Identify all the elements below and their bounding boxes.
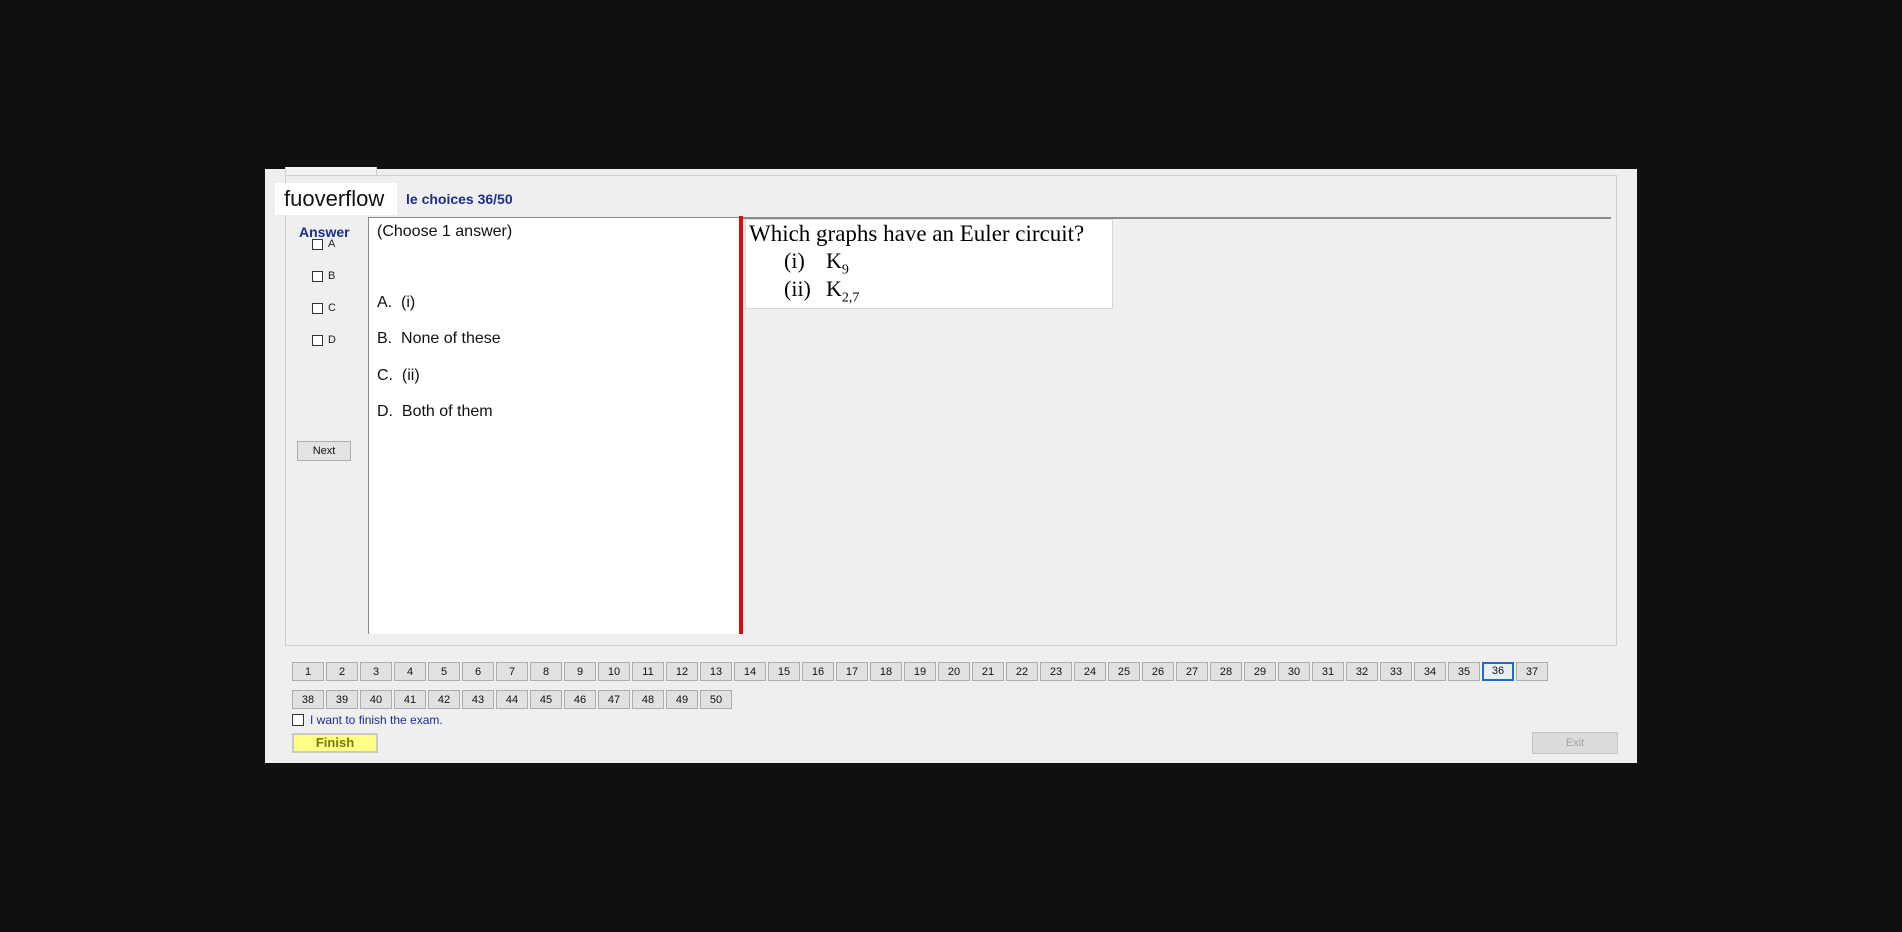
option-d-label: D	[328, 334, 336, 346]
choice-c-text: (ii)	[401, 367, 420, 384]
option-a-row[interactable]: A	[312, 236, 335, 252]
question-nav-button-1[interactable]: 1	[292, 662, 324, 681]
question-item-1-number: (i)	[784, 248, 805, 273]
question-nav-button-6[interactable]: 6	[462, 662, 494, 681]
question-nav-button-29[interactable]: 29	[1244, 662, 1276, 681]
question-nav-button-36[interactable]: 36	[1482, 662, 1514, 681]
question-nav-button-46[interactable]: 46	[564, 690, 596, 709]
option-b-label: B	[328, 270, 336, 282]
question-nav-button-44[interactable]: 44	[496, 690, 528, 709]
option-d-row[interactable]: D	[312, 332, 336, 348]
choice-d: D. Both of them	[377, 403, 493, 421]
question-nav-button-13[interactable]: 13	[700, 662, 732, 681]
brand-watermark: fuoverflow	[275, 183, 397, 215]
question-nav-button-28[interactable]: 28	[1210, 662, 1242, 681]
option-a-checkbox[interactable]	[312, 238, 323, 250]
question-nav-button-37[interactable]: 37	[1516, 662, 1548, 681]
question-text: Which graphs have an Euler circuit?	[749, 221, 1085, 246]
question-nav-button-11[interactable]: 11	[632, 662, 664, 681]
question-item-2: (ii) K2,7	[784, 276, 859, 306]
choice-a: A. (i)	[377, 294, 415, 312]
question-item-1-base: K	[826, 248, 842, 273]
question-nav-button-23[interactable]: 23	[1040, 662, 1072, 681]
choice-c-letter: C.	[377, 367, 393, 384]
question-nav-button-25[interactable]: 25	[1108, 662, 1140, 681]
question-nav-button-45[interactable]: 45	[530, 690, 562, 709]
question-nav-button-34[interactable]: 34	[1414, 662, 1446, 681]
question-nav-button-2[interactable]: 2	[326, 662, 358, 681]
finish-exam-checkbox[interactable]	[292, 714, 304, 726]
question-nav-button-15[interactable]: 15	[768, 662, 800, 681]
question-nav-button-35[interactable]: 35	[1448, 662, 1480, 681]
question-nav-button-32[interactable]: 32	[1346, 662, 1378, 681]
question-nav-button-22[interactable]: 22	[1006, 662, 1038, 681]
option-c-checkbox[interactable]	[312, 302, 323, 314]
question-nav-button-47[interactable]: 47	[598, 690, 630, 709]
question-nav-button-19[interactable]: 19	[904, 662, 936, 681]
question-nav-button-9[interactable]: 9	[564, 662, 596, 681]
question-nav-button-8[interactable]: 8	[530, 662, 562, 681]
question-nav-button-43[interactable]: 43	[462, 690, 494, 709]
question-nav-button-3[interactable]: 3	[360, 662, 392, 681]
question-nav-button-49[interactable]: 49	[666, 690, 698, 709]
question-item-1: (i) K9	[784, 248, 849, 278]
question-nav-button-48[interactable]: 48	[632, 690, 664, 709]
question-image: Which graphs have an Euler circuit? (i) K…	[745, 219, 1113, 309]
question-nav-button-27[interactable]: 27	[1176, 662, 1208, 681]
question-nav-button-14[interactable]: 14	[734, 662, 766, 681]
question-nav-button-24[interactable]: 24	[1074, 662, 1106, 681]
question-nav-button-39[interactable]: 39	[326, 690, 358, 709]
question-nav-button-33[interactable]: 33	[1380, 662, 1412, 681]
question-nav-button-16[interactable]: 16	[802, 662, 834, 681]
choice-d-text: Both of them	[401, 403, 493, 420]
choice-c: C. (ii)	[377, 367, 420, 385]
question-area: Which graphs have an Euler circuit? (i) K…	[743, 217, 1611, 633]
question-nav-button-17[interactable]: 17	[836, 662, 868, 681]
choice-d-letter: D.	[377, 403, 393, 420]
question-nav-button-18[interactable]: 18	[870, 662, 902, 681]
question-nav-button-5[interactable]: 5	[428, 662, 460, 681]
choice-b-letter: B.	[377, 330, 393, 347]
question-item-2-base: K	[826, 276, 842, 301]
question-nav-button-30[interactable]: 30	[1278, 662, 1310, 681]
question-item-2-subscript: 2,7	[841, 290, 860, 306]
section-title: le choices 36/50	[406, 191, 513, 207]
question-nav-button-7[interactable]: 7	[496, 662, 528, 681]
option-c-row[interactable]: C	[312, 300, 336, 316]
question-nav-button-38[interactable]: 38	[292, 690, 324, 709]
choice-a-text: (i)	[401, 294, 416, 311]
question-nav-button-20[interactable]: 20	[938, 662, 970, 681]
question-nav-button-12[interactable]: 12	[666, 662, 698, 681]
choice-b-text: None of these	[401, 330, 501, 347]
next-button[interactable]: Next	[297, 441, 351, 461]
question-nav-button-42[interactable]: 42	[428, 690, 460, 709]
question-nav-button-26[interactable]: 26	[1142, 662, 1174, 681]
question-nav-button-40[interactable]: 40	[360, 690, 392, 709]
finish-exam-label[interactable]: I want to finish the exam.	[310, 713, 443, 727]
option-c-label: C	[328, 302, 336, 314]
exit-button: Exit	[1532, 732, 1618, 754]
choice-a-letter: A.	[377, 294, 393, 311]
question-nav-button-21[interactable]: 21	[972, 662, 1004, 681]
question-nav-button-4[interactable]: 4	[394, 662, 426, 681]
option-b-checkbox[interactable]	[312, 270, 323, 282]
question-item-2-number: (ii)	[784, 276, 811, 301]
option-a-label: A	[328, 238, 336, 250]
question-nav-button-41[interactable]: 41	[394, 690, 426, 709]
exam-window: fuoverflow le choices 36/50 Answer A B C…	[265, 167, 1637, 763]
question-nav-button-10[interactable]: 10	[598, 662, 630, 681]
choice-b: B. None of these	[377, 330, 501, 348]
answers-panel: (Choose 1 answer) A. (i) B. None of thes…	[368, 217, 739, 634]
finish-button[interactable]: Finish	[292, 733, 378, 753]
option-d-checkbox[interactable]	[312, 334, 323, 346]
question-nav-button-31[interactable]: 31	[1312, 662, 1344, 681]
answer-instruction: (Choose 1 answer)	[377, 223, 513, 240]
option-b-row[interactable]: B	[312, 268, 335, 284]
question-nav-button-50[interactable]: 50	[700, 690, 732, 709]
